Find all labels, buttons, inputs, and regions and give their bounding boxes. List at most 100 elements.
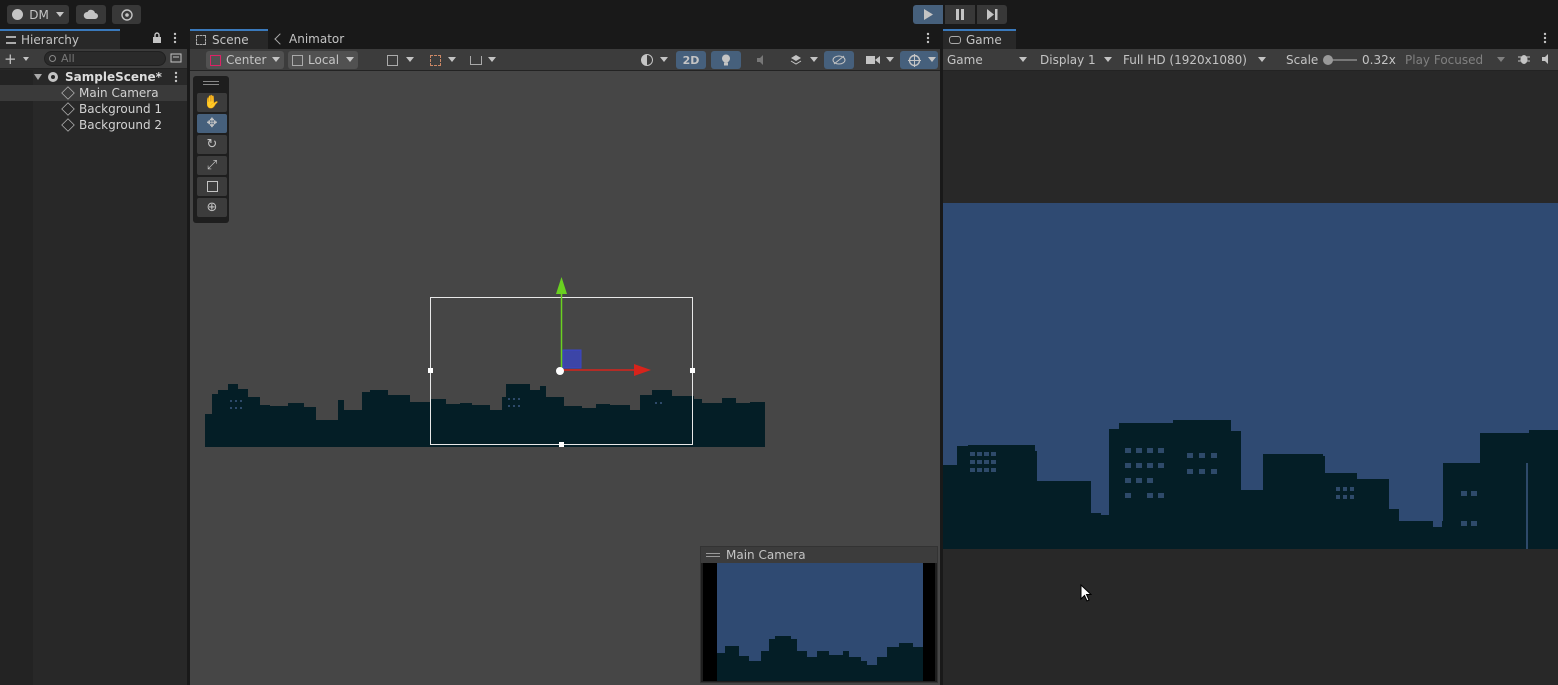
scene-toolbar: Center Local 2D	[190, 49, 940, 71]
chevron-down-icon	[1104, 57, 1112, 62]
pause-icon	[956, 9, 964, 20]
camera-preview-title: Main Camera	[726, 548, 806, 562]
hierarchy-item-background-2[interactable]: Background 2	[0, 117, 187, 133]
tab-scene[interactable]: Scene	[190, 29, 268, 49]
light-bulb-icon	[722, 54, 730, 66]
toggle-2d-button[interactable]: 2D	[676, 51, 706, 69]
stats-bug-icon[interactable]	[1518, 53, 1530, 65]
grid-snapping-button[interactable]	[422, 51, 458, 69]
scale-slider[interactable]	[1323, 55, 1357, 65]
more-options-icon[interactable]	[1543, 32, 1547, 44]
play-button[interactable]	[913, 5, 943, 24]
gizmo-icon	[907, 53, 921, 67]
pivot-dropdown[interactable]: Center	[206, 51, 284, 69]
foldout-arrow-icon[interactable]	[34, 74, 42, 80]
more-options-icon[interactable]	[174, 71, 178, 83]
chevron-down-icon	[1497, 57, 1505, 62]
hidden-objects-toggle[interactable]	[824, 51, 854, 69]
tab-game[interactable]: Game	[943, 29, 1016, 49]
hierarchy-gutter	[0, 70, 33, 685]
add-button-label: +	[4, 49, 17, 68]
play-mode-dropdown[interactable]: Play Focused	[1401, 51, 1509, 69]
main-toolbar: DM	[0, 0, 1558, 29]
camera-frame-handle[interactable]	[559, 442, 564, 447]
x-axis-arrow-icon[interactable]	[634, 364, 651, 376]
chevron-down-icon	[22, 56, 29, 61]
shading-sphere-icon	[641, 54, 653, 66]
step-button[interactable]	[977, 5, 1007, 24]
pivot-center-icon	[210, 54, 221, 66]
lock-icon[interactable]	[152, 32, 162, 44]
game-toolbar: Game Display 1 Full HD (1920x1080) Scale…	[943, 49, 1558, 71]
camera-frame-handle[interactable]	[428, 368, 433, 373]
scene-name: SampleScene*	[65, 70, 162, 84]
xy-plane-handle[interactable]	[562, 349, 582, 369]
view-type-label: Game	[947, 53, 983, 67]
camera-preview-header[interactable]: Main Camera	[701, 547, 937, 563]
resolution-dropdown[interactable]: Full HD (1920x1080)	[1119, 51, 1270, 69]
camera-frame-handle[interactable]	[690, 368, 695, 373]
chevron-down-icon	[810, 57, 818, 62]
y-axis-arrow-icon[interactable]	[556, 277, 567, 294]
list-icon	[6, 36, 16, 44]
tab-scene-label: Scene	[212, 33, 249, 47]
chevron-down-icon	[928, 57, 936, 62]
scale-label: Scale	[1286, 53, 1319, 67]
more-options-icon[interactable]	[926, 32, 930, 44]
scene-tabstrip: Scene Animator	[190, 29, 940, 49]
background-skyline	[205, 384, 765, 447]
display-dropdown[interactable]: Display 1	[1036, 51, 1116, 69]
drag-handle-icon	[706, 553, 720, 557]
increment-snap-button[interactable]	[464, 51, 498, 69]
account-dropdown[interactable]: DM	[7, 5, 69, 24]
game-tabstrip: Game	[943, 29, 1558, 49]
camera-settings-dropdown[interactable]	[860, 51, 896, 69]
camera-preview: Main Camera	[700, 546, 938, 683]
add-button[interactable]: +	[4, 49, 32, 68]
tab-animator[interactable]: Animator	[270, 29, 350, 49]
gear-icon	[120, 8, 133, 21]
camera-gizmo-icon	[556, 367, 564, 375]
camera-icon	[866, 56, 880, 64]
account-icon	[12, 9, 24, 20]
tab-hierarchy[interactable]: Hierarchy	[0, 29, 120, 49]
cloud-button[interactable]	[76, 5, 106, 24]
chevron-down-icon	[488, 57, 496, 62]
view-type-dropdown[interactable]: Game	[943, 51, 1031, 69]
effects-dropdown[interactable]	[782, 51, 820, 69]
chevron-down-icon	[448, 57, 456, 62]
hierarchy-item-background-1[interactable]: Background 1	[0, 101, 187, 117]
ruler-icon	[470, 55, 482, 65]
space-label: Local	[308, 53, 340, 67]
search-icon	[49, 55, 56, 62]
play-mode-label: Play Focused	[1405, 53, 1484, 67]
audio-icon[interactable]	[1541, 53, 1553, 65]
game-view-render[interactable]	[943, 203, 1558, 549]
gizmos-dropdown[interactable]	[900, 51, 938, 69]
hierarchy-toolbar: + All	[0, 49, 187, 69]
camera-preview-render	[703, 563, 935, 681]
grid-visibility-button[interactable]	[378, 51, 416, 69]
scale-slider-thumb[interactable]	[1323, 55, 1333, 65]
pause-button[interactable]	[945, 5, 975, 24]
cloud-icon	[83, 9, 98, 19]
resolution-label: Full HD (1920x1080)	[1123, 53, 1247, 67]
chevron-down-icon	[406, 57, 414, 62]
gamepad-icon	[949, 36, 961, 44]
scene-visibility-icon[interactable]	[170, 52, 182, 64]
layers-icon	[790, 55, 802, 65]
lighting-toggle[interactable]	[711, 51, 741, 69]
space-dropdown[interactable]: Local	[288, 51, 358, 69]
more-options-icon[interactable]	[173, 32, 177, 44]
scene-row[interactable]: SampleScene*	[0, 69, 187, 85]
collab-button[interactable]	[112, 5, 141, 24]
account-label: DM	[29, 7, 49, 22]
audio-toggle[interactable]	[747, 51, 777, 69]
scale-value: 0.32x	[1362, 53, 1396, 67]
hierarchy-item-main-camera[interactable]: Main Camera	[0, 85, 187, 101]
pivot-label: Center	[226, 53, 267, 67]
shading-mode-button[interactable]	[634, 51, 670, 69]
local-space-icon	[292, 54, 303, 66]
search-field[interactable]: All	[44, 51, 166, 66]
animator-icon	[274, 33, 286, 45]
